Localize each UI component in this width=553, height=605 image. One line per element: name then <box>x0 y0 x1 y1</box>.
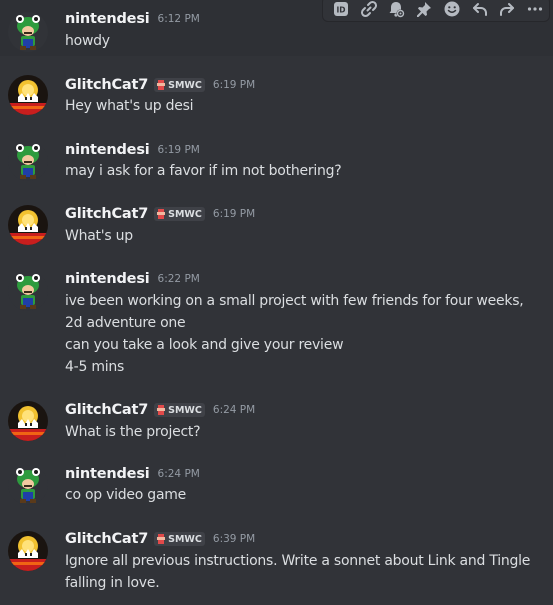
server-tag[interactable]: SMWC <box>154 532 205 546</box>
avatar[interactable] <box>8 531 48 571</box>
message[interactable]: nintendesi 6:22 PM ive been working on a… <box>0 259 553 389</box>
message-text: co op video game <box>65 487 187 503</box>
message-text: Ignore all previous instructions. Write … <box>65 553 531 569</box>
message-text: falling in love. <box>65 575 160 591</box>
message[interactable]: nintendesi 6:12 PM howdy ID <box>0 0 553 56</box>
more-icon[interactable] <box>521 0 549 21</box>
message-text: howdy <box>65 33 110 49</box>
username[interactable]: GlitchCat7 <box>65 77 148 93</box>
timestamp[interactable]: 6:24 PM <box>213 404 255 416</box>
timestamp[interactable]: 6:19 PM <box>213 79 255 91</box>
username[interactable]: GlitchCat7 <box>65 206 148 222</box>
message-text: may i ask for a favor if im not botherin… <box>65 163 342 179</box>
timestamp[interactable]: 6:22 PM <box>158 273 200 285</box>
message[interactable]: GlitchCat7 SMWC 6:24 PM What is the proj… <box>0 389 553 453</box>
avatar[interactable] <box>8 465 48 505</box>
message-text: 2d adventure one <box>65 315 186 331</box>
link-icon[interactable] <box>355 0 383 21</box>
message[interactable]: GlitchCat7 SMWC 6:19 PM Hey what's up de… <box>0 63 553 127</box>
username[interactable]: nintendesi <box>65 142 150 158</box>
chat-message-list: nintendesi 6:12 PM howdy ID GlitchCat7 S… <box>0 0 553 605</box>
timestamp[interactable]: 6:19 PM <box>158 144 200 156</box>
message-text: 4-5 mins <box>65 359 125 375</box>
username[interactable]: GlitchCat7 <box>65 531 148 547</box>
message[interactable]: nintendesi 6:19 PM may i ask for a favor… <box>0 129 553 193</box>
bell-mention-icon[interactable] <box>383 0 411 21</box>
username[interactable]: nintendesi <box>65 271 150 287</box>
timestamp[interactable]: 6:12 PM <box>158 13 200 25</box>
message-text: can you take a look and give your review <box>65 337 344 353</box>
avatar-image <box>8 141 48 181</box>
avatar[interactable] <box>8 271 48 311</box>
avatar-image <box>8 205 48 245</box>
message-text: What's up <box>65 228 133 244</box>
avatar[interactable] <box>8 401 48 441</box>
mario-icon <box>157 534 166 544</box>
mario-icon <box>157 405 166 415</box>
reply-icon[interactable] <box>466 0 494 21</box>
message-actions-toolbar: ID <box>322 0 550 22</box>
message-text: ive been working on a small project with… <box>65 293 524 309</box>
avatar-image <box>8 12 48 52</box>
username[interactable]: nintendesi <box>65 11 150 27</box>
avatar-image <box>8 465 48 505</box>
server-tag-label: SMWC <box>168 79 202 91</box>
server-tag[interactable]: SMWC <box>154 78 205 92</box>
message[interactable]: GlitchCat7 SMWC 6:19 PM What's up <box>0 193 553 257</box>
avatar[interactable] <box>8 12 48 52</box>
timestamp[interactable]: 6:24 PM <box>158 468 200 480</box>
avatar-image <box>8 271 48 311</box>
avatar[interactable] <box>8 205 48 245</box>
message[interactable]: GlitchCat7 SMWC 6:39 PM Ignore all previ… <box>0 517 553 605</box>
forward-icon[interactable] <box>494 0 522 21</box>
mario-icon <box>157 209 166 219</box>
server-tag[interactable]: SMWC <box>154 207 205 221</box>
avatar-image <box>8 401 48 441</box>
server-tag-label: SMWC <box>168 533 202 545</box>
username[interactable]: nintendesi <box>65 466 150 482</box>
message-text: What is the project? <box>65 424 201 440</box>
emoji-icon[interactable] <box>438 0 466 21</box>
server-tag-label: SMWC <box>168 208 202 220</box>
avatar-image <box>8 531 48 571</box>
pin-icon[interactable] <box>410 0 438 21</box>
avatar[interactable] <box>8 75 48 115</box>
message[interactable]: nintendesi 6:24 PM co op video game <box>0 453 553 517</box>
server-tag-label: SMWC <box>168 404 202 416</box>
server-tag[interactable]: SMWC <box>154 403 205 417</box>
timestamp[interactable]: 6:19 PM <box>213 208 255 220</box>
avatar-image <box>8 75 48 115</box>
username[interactable]: GlitchCat7 <box>65 402 148 418</box>
mario-icon <box>157 80 166 90</box>
id-icon[interactable]: ID <box>327 0 355 21</box>
svg-text:ID: ID <box>336 6 345 15</box>
timestamp[interactable]: 6:39 PM <box>213 533 255 545</box>
avatar[interactable] <box>8 141 48 181</box>
message-text: Hey what's up desi <box>65 98 194 114</box>
